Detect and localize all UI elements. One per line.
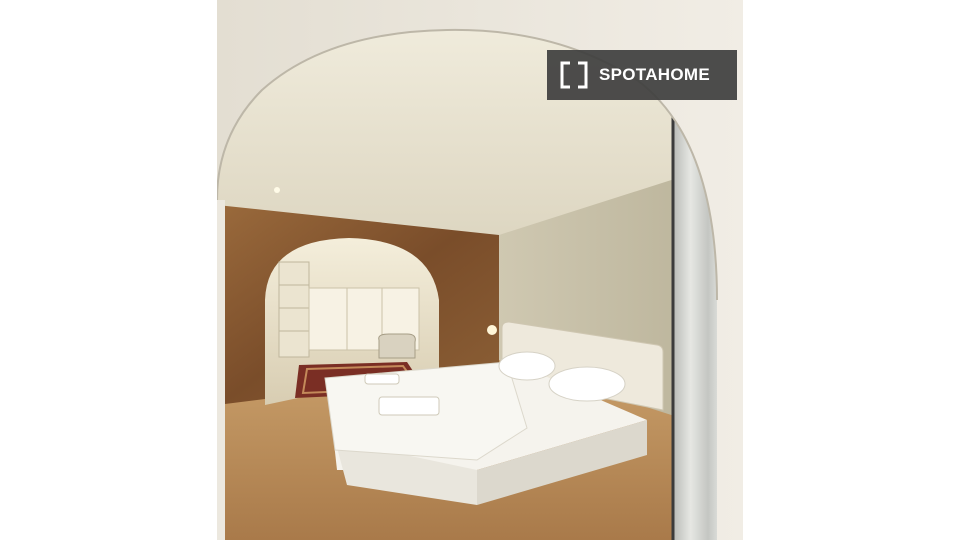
folded-towels: [364, 373, 400, 385]
spotahome-bracket-icon: [559, 60, 589, 90]
pillow: [498, 351, 556, 381]
folded-towels: [378, 396, 440, 416]
armchair: [378, 333, 416, 359]
ceiling-spotlight: [274, 187, 280, 193]
wall-lamp: [487, 325, 497, 335]
shelf-unit: [278, 261, 310, 358]
watermark-brand: SPOTAHOME: [599, 65, 711, 84]
spotahome-watermark: SPOTAHOME: [547, 50, 737, 100]
pillow: [548, 366, 626, 402]
